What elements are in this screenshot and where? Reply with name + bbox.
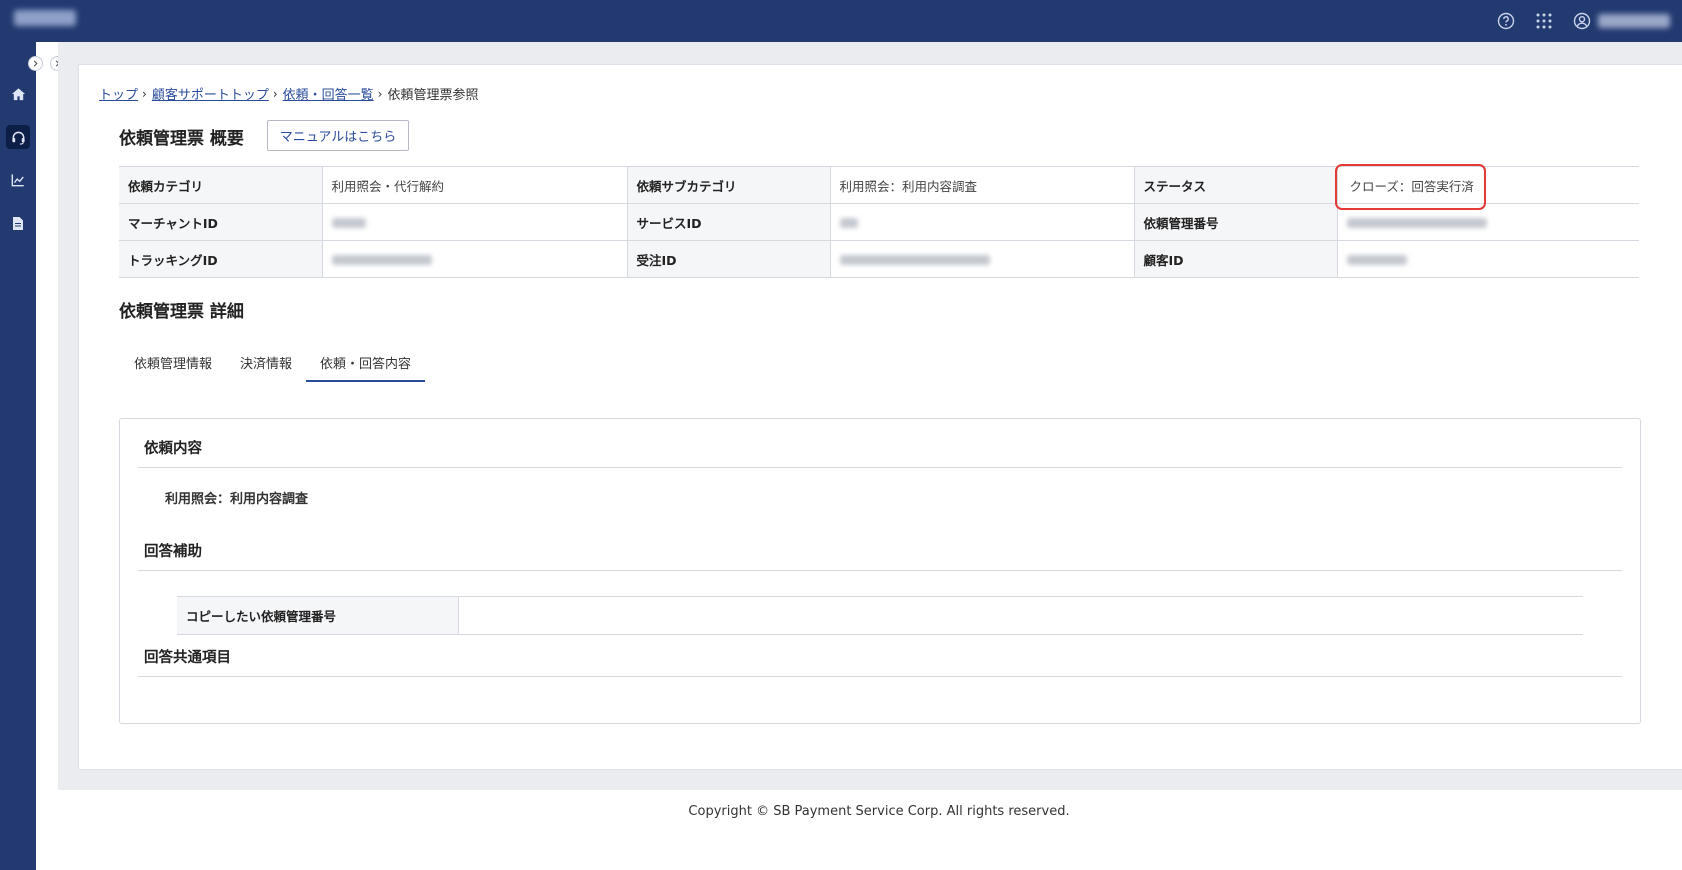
common-section-title: 回答共通項目: [144, 650, 231, 666]
category-value: 利用照会・代行解約: [322, 166, 628, 204]
divider: [138, 676, 1622, 677]
copy-request-number-label: コピーしたい依頼管理番号: [177, 596, 459, 635]
breadcrumb-top-link[interactable]: トップ: [99, 84, 138, 103]
detail-content-box: [119, 418, 1641, 724]
breadcrumb-separator: ›: [272, 86, 278, 101]
user-icon[interactable]: [1572, 11, 1592, 31]
breadcrumb-support-top-link[interactable]: 顧客サポートトップ: [152, 84, 269, 103]
tracking-id-label: トラッキングID: [119, 240, 323, 278]
redacted-value: [331, 218, 366, 228]
table-row: コピーしたい依頼管理番号: [177, 596, 1583, 635]
customer-id-label: 顧客ID: [1134, 240, 1338, 278]
table-row: トラッキングID 受注ID 顧客ID: [119, 240, 1639, 278]
tab-request-response[interactable]: 依頼・回答内容: [306, 350, 426, 382]
redacted-value: [839, 255, 990, 265]
status-value: クローズ：回答実行済: [1337, 166, 1639, 204]
details-title: 依頼管理票 詳細: [119, 302, 244, 322]
manual-button[interactable]: マニュアルはこちら: [267, 120, 409, 151]
request-content-text: 利用照会：利用内容調査: [165, 492, 309, 507]
customer-id-value: [1337, 240, 1639, 278]
tab-payment-info[interactable]: 決済情報: [226, 350, 306, 382]
divider: [138, 467, 1622, 468]
status-label: ステータス: [1134, 166, 1338, 204]
assist-section-title: 回答補助: [144, 544, 202, 560]
help-circle-icon[interactable]: [1496, 11, 1516, 31]
breadcrumb-separator: ›: [377, 86, 383, 101]
breadcrumb: トップ › 顧客サポートトップ › 依頼・回答一覧 › 依頼管理票参照: [99, 84, 479, 104]
service-id-label: サービスID: [627, 203, 831, 241]
apps-grid-icon[interactable]: [1534, 11, 1554, 31]
category-label: 依頼カテゴリ: [119, 166, 323, 204]
redacted-value: [331, 255, 432, 265]
subcategory-value: 利用照会：利用内容調査: [830, 166, 1135, 204]
document-icon[interactable]: [6, 211, 30, 235]
chevron-right-icon: [33, 60, 38, 67]
merchant-id-value: [322, 203, 628, 241]
brand-logo[interactable]: [14, 10, 76, 26]
detail-tabs: 依頼管理情報 決済情報 依頼・回答内容: [120, 350, 426, 382]
headset-icon[interactable]: [6, 125, 30, 149]
redacted-value: [839, 218, 858, 228]
footer-copyright: Copyright © SB Payment Service Corp. All…: [688, 804, 1070, 819]
request-section-title: 依頼内容: [144, 441, 202, 457]
service-id-value: [830, 203, 1135, 241]
request-number-label: 依頼管理番号: [1134, 203, 1338, 241]
tracking-id-value: [322, 240, 628, 278]
breadcrumb-current: 依頼管理票参照: [387, 88, 479, 103]
copy-request-number-value[interactable]: [458, 596, 1583, 635]
order-id-value: [830, 240, 1135, 278]
tab-request-management-info[interactable]: 依頼管理情報: [120, 350, 226, 382]
sidebar: [0, 42, 36, 870]
chart-icon[interactable]: [6, 168, 30, 192]
table-row: 依頼カテゴリ 利用照会・代行解約 依頼サブカテゴリ 利用照会：利用内容調査 ステ…: [119, 166, 1639, 204]
user-name[interactable]: [1598, 14, 1670, 28]
merchant-id-label: マーチャントID: [119, 203, 323, 241]
home-icon[interactable]: [6, 82, 30, 106]
redacted-value: [1346, 255, 1407, 265]
copy-request-number-table: コピーしたい依頼管理番号: [177, 596, 1583, 635]
request-number-value: [1337, 203, 1639, 241]
redacted-value: [1346, 218, 1487, 228]
divider: [138, 570, 1622, 571]
overview-title: 依頼管理票 概要: [119, 129, 244, 149]
subcategory-label: 依頼サブカテゴリ: [627, 166, 831, 204]
overview-table: 依頼カテゴリ 利用照会・代行解約 依頼サブカテゴリ 利用照会：利用内容調査 ステ…: [119, 166, 1639, 278]
top-header: [0, 0, 1682, 42]
order-id-label: 受注ID: [627, 240, 831, 278]
sidebar-toggle-button[interactable]: [28, 56, 43, 71]
table-row: マーチャントID サービスID 依頼管理番号: [119, 203, 1639, 241]
header-actions: [1496, 0, 1682, 42]
breadcrumb-separator: ›: [142, 86, 147, 101]
breadcrumb-request-list-link[interactable]: 依頼・回答一覧: [283, 84, 374, 103]
